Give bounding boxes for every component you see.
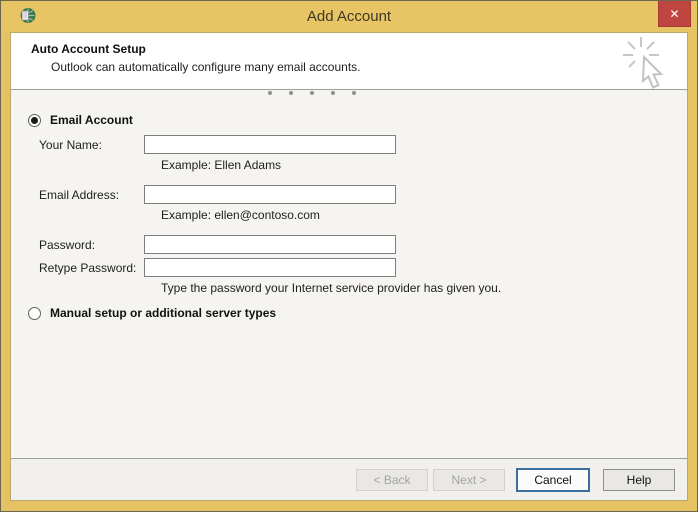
radio-manual-setup-label: Manual setup or additional server types [50, 306, 277, 320]
your-name-input[interactable] [144, 135, 396, 154]
password-hint: Type the password your Internet service … [161, 281, 502, 295]
retype-password-label: Retype Password: [39, 261, 137, 275]
progress-dot [268, 91, 272, 95]
progress-dot [331, 91, 335, 95]
email-address-hint: Example: ellen@contoso.com [161, 208, 320, 222]
wizard-header: Auto Account Setup Outlook can automatic… [11, 33, 687, 90]
progress-dot [289, 91, 293, 95]
progress-dot [310, 91, 314, 95]
wizard-step-title: Auto Account Setup [31, 42, 146, 56]
cursor-click-icon [623, 37, 664, 89]
add-account-dialog: Add Account ✕ Auto Account Setup Outlook… [0, 0, 698, 512]
help-button[interactable]: Help [603, 468, 675, 491]
your-name-label: Your Name: [39, 138, 102, 152]
titlebar: Add Account ✕ [1, 1, 697, 32]
email-address-input[interactable] [144, 185, 396, 204]
password-input[interactable] [144, 235, 396, 254]
your-name-hint: Example: Ellen Adams [161, 158, 282, 172]
window-title: Add Account [306, 8, 392, 25]
email-address-label: Email Address: [39, 188, 120, 202]
radio-email-account[interactable]: Email Account [28, 113, 133, 127]
dialog-body: Auto Account Setup Outlook can automatic… [10, 32, 688, 501]
progress-dots [268, 91, 356, 95]
wizard-step-subtitle: Outlook can automatically configure many… [51, 60, 361, 74]
radio-selected-icon[interactable] [28, 113, 41, 127]
radio-unselected-icon[interactable] [28, 306, 41, 320]
next-button[interactable]: Next > [433, 468, 505, 491]
password-label: Password: [39, 238, 96, 252]
progress-dot [352, 91, 356, 95]
back-button[interactable]: < Back [356, 468, 428, 491]
cancel-button[interactable]: Cancel [516, 467, 590, 492]
retype-password-input[interactable] [144, 258, 396, 277]
radio-manual-setup[interactable]: Manual setup or additional server types [28, 306, 276, 320]
button-bar: < Back Next > Cancel Help [11, 458, 687, 500]
close-button[interactable]: ✕ [658, 1, 691, 27]
radio-email-account-label: Email Account [50, 113, 133, 127]
form-area: Email Account Your Name: Example: Ellen … [11, 90, 687, 458]
